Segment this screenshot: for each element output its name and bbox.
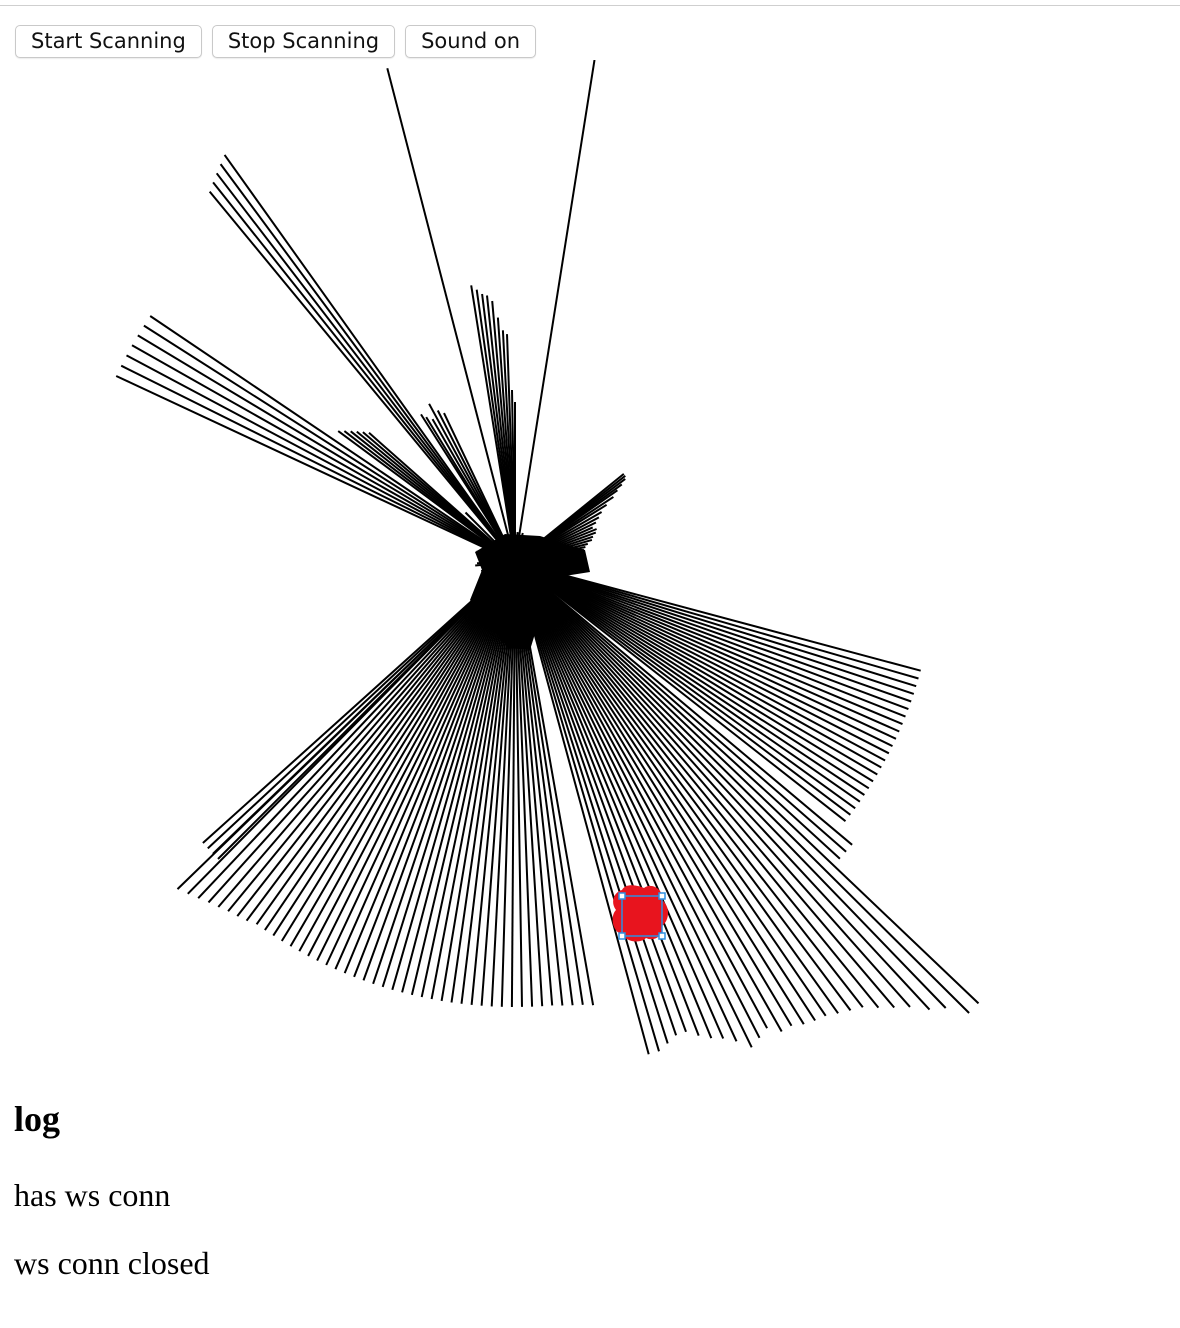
scan-dot[interactable] — [612, 885, 668, 942]
log-entry: ws conn closed — [14, 1245, 210, 1281]
scan-ray — [131, 344, 516, 563]
scan-ray — [207, 561, 516, 904]
scan-ray — [219, 163, 516, 563]
selection-handle-sw[interactable] — [618, 932, 626, 940]
selection-handle-ne[interactable] — [658, 892, 666, 900]
stop-scanning-button[interactable]: Stop Scanning — [211, 25, 396, 58]
log-entry: has ws conn — [14, 1177, 171, 1213]
start-scanning-button[interactable]: Start Scanning — [15, 25, 202, 58]
scan-ray — [223, 154, 516, 563]
sound-toggle-button[interactable]: Sound on — [405, 25, 537, 58]
scan-ray — [514, 561, 911, 1008]
toolbar: Start Scanning Stop Scanning Sound on — [15, 25, 537, 58]
scan-ray — [126, 354, 516, 563]
selection-handle-se[interactable] — [658, 932, 666, 940]
top-divider — [0, 5, 1180, 6]
selection-handle-nw[interactable] — [618, 892, 626, 900]
scan-ray — [514, 561, 931, 1011]
scan-canvas — [115, 60, 980, 1055]
log-list: has ws conn ws conn closed — [14, 1176, 210, 1312]
scan-ray — [212, 181, 516, 563]
scan-ray — [514, 60, 596, 563]
scan-ray — [208, 190, 516, 563]
scan-ray — [137, 334, 516, 563]
log-heading: log — [14, 1099, 61, 1139]
scan-ray — [215, 172, 516, 563]
